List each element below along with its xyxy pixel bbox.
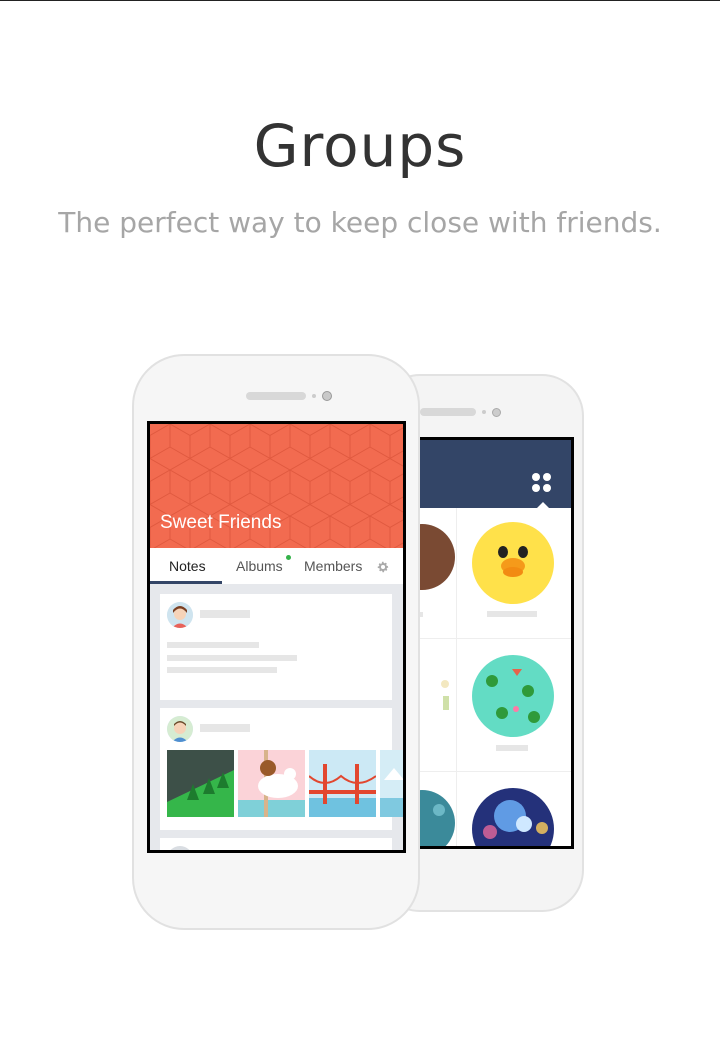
new-content-indicator <box>286 555 291 560</box>
app-header <box>419 440 571 510</box>
group-thumbnail[interactable] <box>416 524 455 590</box>
grid-menu-icon[interactable] <box>532 473 552 493</box>
note-card[interactable] <box>160 708 403 830</box>
back-phone-screen <box>416 437 574 849</box>
grid-divider <box>419 638 571 639</box>
page-subtitle: The perfect way to keep close with frien… <box>58 206 662 239</box>
phone-camera <box>492 408 501 417</box>
grid-divider <box>419 771 571 772</box>
placeholder-text <box>167 642 259 648</box>
phone-camera <box>322 391 332 401</box>
group-thumbnail[interactable] <box>416 656 455 722</box>
photo-thumbnail[interactable] <box>309 750 376 817</box>
phone-sensor <box>482 410 486 414</box>
user-avatar-icon <box>167 846 193 850</box>
front-phone-screen: Sweet Friends Notes Albums Members <box>147 421 406 853</box>
page-title: Groups <box>253 112 467 180</box>
settings-gear-icon[interactable] <box>376 560 390 574</box>
note-card[interactable] <box>160 838 392 850</box>
photo-thumbnail[interactable] <box>238 750 305 817</box>
tab-albums[interactable]: Albums <box>236 558 283 574</box>
user-avatar-icon <box>167 602 193 628</box>
front-phone: Sweet Friends Notes Albums Members <box>132 354 420 930</box>
sally-duck-thumbnail[interactable] <box>472 522 554 604</box>
group-cover: Sweet Friends <box>150 424 403 548</box>
pattern-thumbnail[interactable] <box>472 655 554 737</box>
placeholder-text <box>200 724 250 732</box>
note-card[interactable] <box>160 594 392 700</box>
photo-thumbnail[interactable] <box>167 750 234 817</box>
user-avatar-icon <box>167 716 193 742</box>
top-border <box>0 0 720 1</box>
photo-thumbnail[interactable] <box>380 750 403 817</box>
menu-pointer <box>535 502 551 510</box>
placeholder-text <box>167 667 277 673</box>
tab-members[interactable]: Members <box>304 558 362 574</box>
grid-divider <box>456 508 457 846</box>
placeholder-text <box>167 655 297 661</box>
placeholder-text <box>200 610 250 618</box>
group-name: Sweet Friends <box>160 512 282 533</box>
active-tab-indicator <box>150 581 222 584</box>
group-thumbnail[interactable] <box>416 790 455 849</box>
phone-speaker <box>246 392 306 400</box>
placeholder-text <box>496 745 528 751</box>
tab-notes[interactable]: Notes <box>169 558 206 574</box>
phone-sensor <box>312 394 316 398</box>
placeholder-text <box>487 611 537 617</box>
group-tabs: Notes Albums Members <box>150 548 403 584</box>
phone-speaker <box>420 408 476 416</box>
bokeh-thumbnail[interactable] <box>472 788 554 849</box>
